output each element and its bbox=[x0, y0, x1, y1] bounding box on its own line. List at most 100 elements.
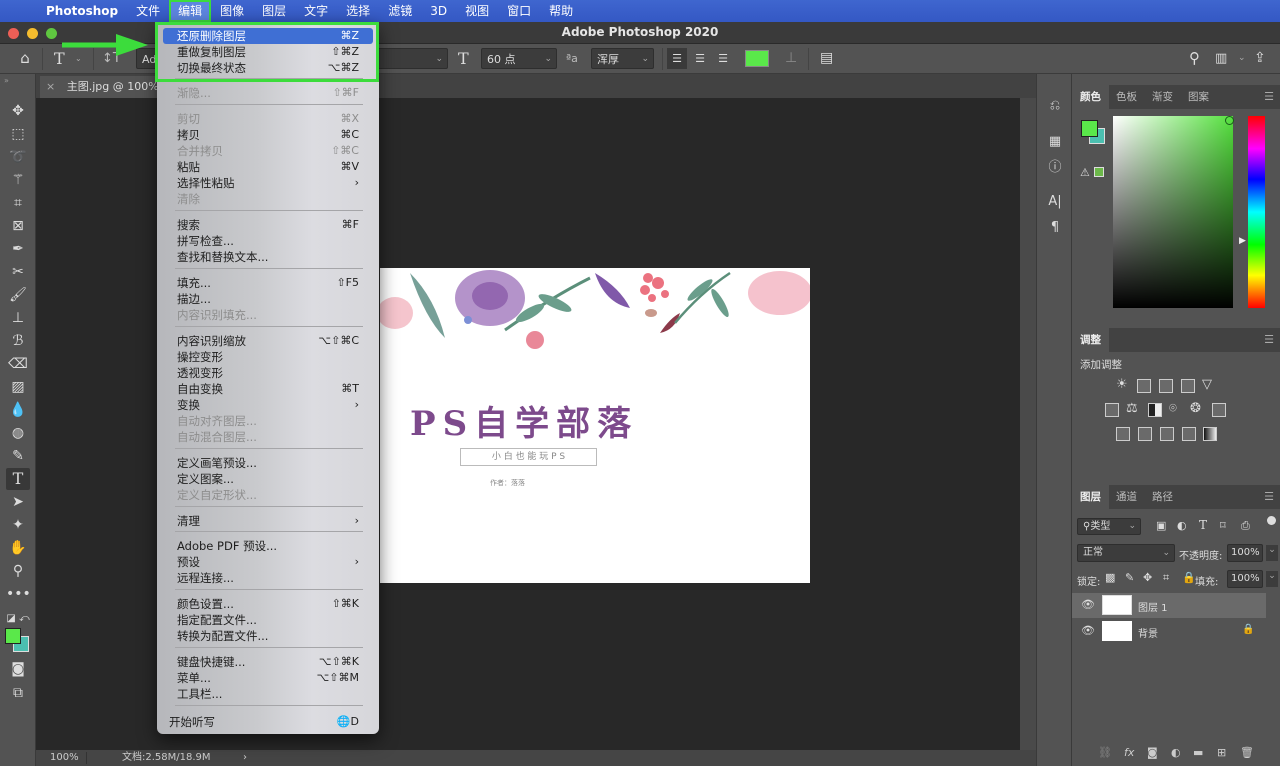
foreground-color-swatch[interactable] bbox=[5, 628, 21, 644]
blur-tool-icon[interactable]: 💧 bbox=[6, 399, 30, 421]
chevron-down-icon[interactable]: ⌄ bbox=[1238, 48, 1246, 69]
panel-menu-icon[interactable]: ☰ bbox=[1264, 333, 1274, 346]
warp-text-icon[interactable]: ⊥ bbox=[785, 48, 797, 69]
menu-help[interactable]: 帮助 bbox=[540, 0, 582, 22]
menu-item[interactable]: 内容识别填充... bbox=[163, 307, 373, 323]
menu-item[interactable]: 预设 › bbox=[163, 554, 373, 570]
anti-alias-select[interactable]: 浑厚 ⌄ bbox=[591, 48, 654, 69]
layer-filter-select[interactable]: ⚲类型 ⌄ bbox=[1077, 518, 1141, 535]
info-panel-icon[interactable]: ⓘ bbox=[1045, 158, 1065, 178]
fx-icon[interactable]: fx bbox=[1124, 746, 1134, 759]
menu-item[interactable]: 指定配置文件... bbox=[163, 612, 373, 628]
visibility-eye-icon[interactable]: 👁 bbox=[1081, 624, 1095, 637]
lock-image-icon[interactable]: ✎ bbox=[1125, 571, 1134, 584]
lock-artboard-icon[interactable]: ⌗ bbox=[1163, 571, 1169, 585]
color-foreground-swatch[interactable] bbox=[1081, 120, 1098, 137]
menu-item[interactable]: 选择性粘贴 › bbox=[163, 175, 373, 191]
more-tools-icon[interactable]: ••• bbox=[6, 583, 31, 605]
workspace-icon[interactable]: ▥ bbox=[1215, 48, 1227, 69]
move-tool-icon[interactable]: ✥ bbox=[6, 100, 30, 122]
fill-slider-toggle[interactable]: ⌄ bbox=[1266, 571, 1278, 587]
filter-toggle[interactable] bbox=[1267, 516, 1276, 525]
hue-saturation-icon[interactable] bbox=[1105, 403, 1119, 417]
selective-color-icon[interactable] bbox=[1182, 427, 1196, 441]
align-center-button[interactable]: ☰ bbox=[690, 48, 710, 69]
tab-color[interactable]: 颜色 bbox=[1072, 85, 1109, 109]
swap-colors-icon[interactable]: ◪ ⤺ bbox=[6, 608, 30, 630]
character-panel-icon[interactable]: A| bbox=[1045, 192, 1065, 212]
lock-position-icon[interactable]: ✥ bbox=[1143, 571, 1152, 584]
hand-tool-icon[interactable]: ✋ bbox=[6, 537, 30, 559]
hue-slider[interactable] bbox=[1248, 116, 1265, 308]
marquee-tool-icon[interactable]: ⬚ bbox=[6, 123, 30, 145]
text-color-swatch[interactable] bbox=[745, 50, 769, 67]
menu-item[interactable]: 远程连接... bbox=[163, 570, 373, 586]
menu-item[interactable]: 菜单... ⌥⇧⌘M bbox=[163, 670, 373, 686]
photo-filter-icon[interactable]: ⌾ bbox=[1169, 401, 1177, 416]
menu-item[interactable]: 变换 › bbox=[163, 397, 373, 413]
magic-wand-tool-icon[interactable]: ⚚ bbox=[6, 169, 30, 191]
quick-mask-icon[interactable]: ◙ bbox=[6, 658, 30, 680]
menu-item[interactable]: 填充... ⇧F5 bbox=[163, 275, 373, 291]
new-layer-icon[interactable]: ⊞ bbox=[1217, 746, 1226, 759]
filter-adjustment-icon[interactable]: ◐ bbox=[1177, 519, 1187, 532]
zoom-level[interactable]: 100% bbox=[50, 750, 79, 766]
align-right-button[interactable]: ☰ bbox=[713, 48, 733, 69]
out-of-gamut-warning-icon[interactable]: ⚠ bbox=[1080, 166, 1090, 179]
link-layers-icon[interactable]: ⛓ bbox=[1098, 746, 1112, 759]
close-tab-icon[interactable]: × bbox=[46, 80, 55, 93]
collapse-icon[interactable]: » bbox=[4, 76, 9, 85]
delete-layer-icon[interactable]: 🗑 bbox=[1240, 746, 1254, 759]
brightness-contrast-icon[interactable]: ☀ bbox=[1116, 377, 1128, 392]
tab-adjustments[interactable]: 调整 bbox=[1072, 328, 1109, 352]
menu-edit[interactable]: 编辑 bbox=[169, 0, 212, 22]
character-panel-toggle-icon[interactable]: ▤ bbox=[820, 48, 833, 69]
tab-paths[interactable]: 路径 bbox=[1144, 485, 1181, 509]
lasso-tool-icon[interactable]: ➰ bbox=[6, 146, 30, 168]
dodge-tool-icon[interactable]: ◍ bbox=[6, 422, 30, 444]
lock-all-icon[interactable]: 🔒 bbox=[1182, 571, 1196, 584]
menu-item[interactable]: 自动对齐图层... bbox=[163, 413, 373, 429]
menu-item[interactable]: 开始听写 🌐D bbox=[163, 714, 373, 730]
opacity-input[interactable]: 100% bbox=[1227, 544, 1263, 562]
filter-type-icon[interactable]: T bbox=[1199, 518, 1207, 532]
crop-tool-icon[interactable]: ⌗ bbox=[6, 192, 30, 214]
vertical-scrollbar[interactable] bbox=[1020, 98, 1036, 750]
type-tool-icon[interactable]: T bbox=[6, 468, 30, 490]
align-left-button[interactable]: ☰ bbox=[667, 48, 687, 69]
menu-item[interactable]: 粘贴 ⌘V bbox=[163, 159, 373, 175]
home-icon[interactable]: ⌂ bbox=[14, 48, 36, 69]
new-adjustment-layer-icon[interactable]: ◐ bbox=[1171, 746, 1181, 759]
color-picker-cursor[interactable] bbox=[1225, 116, 1234, 125]
color-picker-field[interactable] bbox=[1113, 116, 1233, 308]
posterize-icon[interactable] bbox=[1138, 427, 1152, 441]
screen-mode-icon[interactable]: ⧉ bbox=[6, 682, 30, 704]
clone-stamp-tool-icon[interactable]: ⊥ bbox=[6, 307, 30, 329]
status-menu-arrow[interactable]: › bbox=[243, 750, 247, 766]
tab-gradients[interactable]: 渐变 bbox=[1144, 85, 1181, 109]
curves-icon[interactable] bbox=[1159, 379, 1173, 393]
lock-transparent-icon[interactable]: ▩ bbox=[1105, 571, 1115, 584]
menu-item[interactable]: 合并拷贝 ⇧⌘C bbox=[163, 143, 373, 159]
add-mask-icon[interactable]: ◙ bbox=[1147, 746, 1158, 759]
new-group-icon[interactable]: ▬ bbox=[1193, 746, 1203, 759]
menu-3d[interactable]: 3D bbox=[421, 0, 456, 22]
history-panel-icon[interactable]: ⎌ bbox=[1045, 96, 1065, 116]
gradient-map-icon[interactable] bbox=[1203, 427, 1217, 441]
channel-mixer-icon[interactable]: ❂ bbox=[1190, 401, 1201, 416]
menu-item[interactable]: 拼写检查... bbox=[163, 233, 373, 249]
pen-tool-icon[interactable]: ✎ bbox=[6, 445, 30, 467]
hue-slider-handle[interactable]: ▶ bbox=[1239, 236, 1246, 246]
filter-shape-icon[interactable]: ⌑ bbox=[1220, 519, 1226, 532]
menu-item[interactable]: 透视变形 bbox=[163, 365, 373, 381]
tab-channels[interactable]: 通道 bbox=[1108, 485, 1145, 509]
menu-filter[interactable]: 滤镜 bbox=[379, 0, 421, 22]
menu-item[interactable]: 自由变换 ⌘T bbox=[163, 381, 373, 397]
font-size-select[interactable]: 60 点 ⌄ bbox=[481, 48, 557, 69]
filter-smart-object-icon[interactable]: ⎙ bbox=[1241, 519, 1250, 533]
zoom-tool-icon[interactable]: ⚲ bbox=[6, 560, 30, 582]
layer-row[interactable]: 👁 背景 🔒 bbox=[1072, 619, 1266, 644]
vibrance-icon[interactable]: ▽ bbox=[1202, 377, 1212, 392]
color-balance-icon[interactable]: ⚖ bbox=[1126, 401, 1138, 416]
menu-image[interactable]: 图像 bbox=[211, 0, 253, 22]
